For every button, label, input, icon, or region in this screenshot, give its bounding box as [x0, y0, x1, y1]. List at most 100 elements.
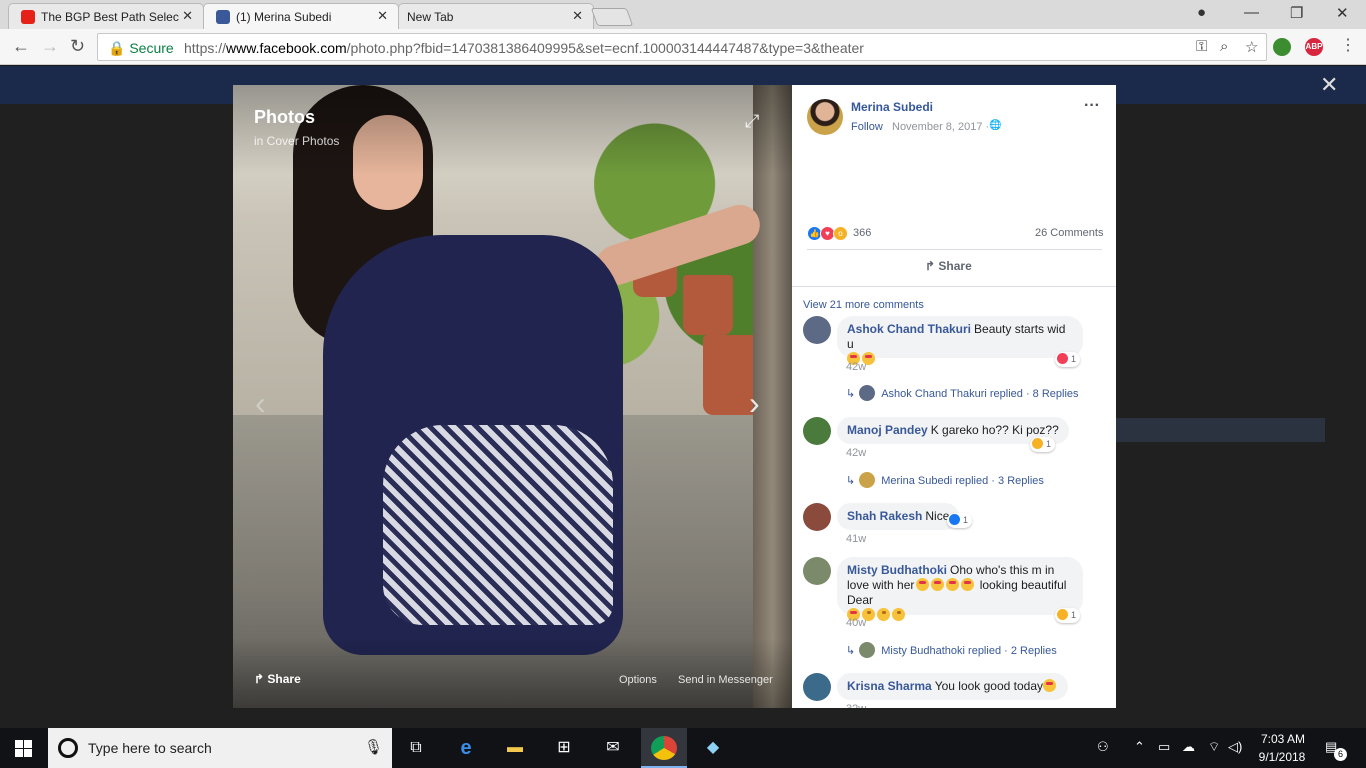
previous-photo-icon[interactable]: ‹: [255, 385, 266, 422]
photo-top-shade: [233, 85, 792, 175]
commenter-avatar[interactable]: [803, 316, 831, 344]
chrome-taskbar-button[interactable]: [641, 728, 687, 768]
commenter-name[interactable]: Ashok Chand Thakuri: [847, 322, 971, 336]
comment-reaction-badge[interactable]: 1: [1030, 437, 1056, 452]
send-in-messenger-button[interactable]: Send in Messenger: [678, 674, 773, 686]
heart-eyes-emoji-icon: [946, 578, 960, 591]
mail-icon[interactable]: ✉: [600, 736, 626, 760]
key-icon[interactable]: ⚿: [1196, 38, 1207, 55]
replies-author: Ashok Chand Thakuri replied: [881, 388, 1023, 400]
view-replies-link[interactable]: ↳ Ashok Chand Thakuri replied · 8 Replies: [846, 385, 1079, 401]
chrome-menu-icon[interactable]: ⋮: [1340, 35, 1356, 55]
store-icon[interactable]: ⊞: [551, 736, 577, 760]
url-text[interactable]: https://www.facebook.com/photo.php?fbid=…: [184, 40, 864, 56]
share-icon: ↱: [925, 259, 939, 273]
people-icon[interactable]: ⚇: [1097, 739, 1109, 755]
bookmark-star-icon[interactable]: ☆: [1245, 38, 1258, 56]
notepad-icon[interactable]: ◆: [700, 736, 726, 760]
follow-link[interactable]: Follow: [851, 121, 883, 133]
photo-options-button[interactable]: Options: [619, 674, 657, 686]
file-explorer-icon[interactable]: ▬: [502, 736, 528, 760]
reaction-count[interactable]: 366: [853, 227, 871, 239]
wifi-icon[interactable]: ⌔: [1208, 739, 1220, 755]
cortana-icon[interactable]: [58, 738, 78, 758]
forward-icon[interactable]: →: [41, 36, 59, 57]
windows-start-icon[interactable]: [15, 740, 32, 757]
microphone-icon[interactable]: 🎙: [364, 738, 383, 756]
wow-reaction-icon[interactable]: o: [833, 226, 848, 241]
zoom-icon[interactable]: ⌕: [1220, 38, 1228, 55]
comment-reaction-badge[interactable]: 1: [1055, 352, 1081, 367]
tab-newtab[interactable]: New Tab ✕: [398, 3, 594, 29]
secure-indicator[interactable]: 🔒 Secure: [108, 40, 174, 57]
photo-share-button[interactable]: ↱ Share: [254, 672, 301, 686]
photo-album-link[interactable]: in Cover Photos: [254, 134, 339, 148]
comment-time[interactable]: 42w: [846, 361, 866, 373]
public-globe-icon: 🌐: [989, 120, 1002, 131]
close-theater-icon[interactable]: ✕: [1320, 72, 1338, 98]
taskbar-search-box[interactable]: Type here to search 🎙: [48, 728, 392, 768]
clock-time[interactable]: 7:03 AM: [1258, 732, 1308, 746]
show-hidden-icons-icon[interactable]: ⌃: [1134, 739, 1145, 755]
adblock-plus-icon[interactable]: ABP: [1305, 38, 1323, 56]
view-replies-link[interactable]: ↳ Merina Subedi replied · 3 Replies: [846, 472, 1044, 488]
photo-viewer[interactable]: Photos in Cover Photos ⤢ ‹ › ↱ Share Opt…: [233, 85, 792, 708]
back-icon[interactable]: ←: [12, 36, 30, 57]
commenter-name[interactable]: Krisna Sharma: [847, 679, 932, 693]
tab-facebook[interactable]: (1) Merina Subedi ✕: [203, 3, 399, 29]
share-button[interactable]: ↱ Share: [925, 259, 972, 273]
comment-time[interactable]: 42w: [846, 447, 866, 459]
commenter-name[interactable]: Shah Rakesh: [847, 509, 922, 523]
task-view-icon[interactable]: ⧉: [403, 736, 429, 760]
more-options-icon[interactable]: ···: [1084, 97, 1100, 115]
address-bar[interactable]: 🔒 Secure https://www.facebook.com/photo.…: [97, 33, 1267, 61]
commenter-name[interactable]: Manoj Pandey: [847, 423, 928, 437]
edge-icon[interactable]: e: [453, 736, 479, 760]
post-date[interactable]: November 8, 2017 ·: [892, 121, 989, 133]
reply-arrow-icon: ↳: [846, 645, 856, 657]
volume-icon[interactable]: ◁): [1228, 739, 1242, 755]
browser-tab-strip: The BGP Best Path Select ✕ (1) Merina Su…: [0, 0, 1366, 29]
restore-icon[interactable]: ❐: [1290, 4, 1303, 22]
battery-icon[interactable]: ▭: [1158, 739, 1170, 755]
share-label: Share: [938, 259, 972, 273]
commenter-name[interactable]: Misty Budhathoki: [847, 563, 947, 577]
next-photo-icon[interactable]: ›: [749, 385, 760, 422]
tab-title: The BGP Best Path Select: [41, 10, 179, 24]
comment-reaction-badge[interactable]: 1: [1055, 608, 1081, 623]
new-tab-button[interactable]: [590, 8, 634, 26]
close-tab-icon[interactable]: ✕: [377, 8, 388, 24]
reload-icon[interactable]: ↻: [70, 36, 85, 57]
replies-count: · 2 Replies: [1004, 645, 1057, 657]
onedrive-icon[interactable]: ☁: [1182, 739, 1195, 755]
comment-time[interactable]: 41w: [846, 533, 866, 545]
author-name[interactable]: Merina Subedi: [851, 100, 933, 114]
fullscreen-icon[interactable]: ⤢: [745, 111, 759, 132]
photo-section-title[interactable]: Photos: [254, 107, 315, 128]
commenter-avatar[interactable]: [803, 417, 831, 445]
commenter-avatar[interactable]: [803, 673, 831, 701]
view-replies-link[interactable]: ↳ Misty Budhathoki replied · 2 Replies: [846, 642, 1057, 658]
close-tab-icon[interactable]: ✕: [182, 8, 193, 24]
view-more-comments-link[interactable]: View 21 more comments: [803, 299, 924, 311]
commenter-avatar[interactable]: [803, 557, 831, 585]
clock-date[interactable]: 9/1/2018: [1252, 750, 1312, 764]
profile-icon[interactable]: ●: [1197, 4, 1206, 21]
minimize-icon[interactable]: —: [1244, 4, 1259, 21]
comment-time[interactable]: 40w: [846, 617, 866, 629]
globe-extension-icon[interactable]: [1273, 38, 1291, 56]
replies-author: Misty Budhathoki replied: [881, 645, 1002, 657]
comment-reaction-badge[interactable]: 1: [947, 513, 973, 528]
close-tab-icon[interactable]: ✕: [572, 8, 583, 24]
author-avatar[interactable]: [807, 99, 843, 135]
commenter-avatar[interactable]: [803, 503, 831, 531]
comment-count[interactable]: 26 Comments: [1035, 227, 1103, 239]
tab-bgp[interactable]: The BGP Best Path Select ✕: [8, 3, 204, 29]
love-reaction-icon: [1057, 353, 1068, 364]
comment-text: K gareko ho?? Ki poz??: [930, 423, 1059, 437]
comment-time[interactable]: 32w: [846, 703, 866, 708]
photo-subject-pattern: [383, 425, 613, 625]
window-close-icon[interactable]: ✕: [1336, 4, 1349, 22]
replies-count: · 3 Replies: [991, 475, 1044, 487]
reaction-badge-count: 1: [1071, 610, 1077, 620]
